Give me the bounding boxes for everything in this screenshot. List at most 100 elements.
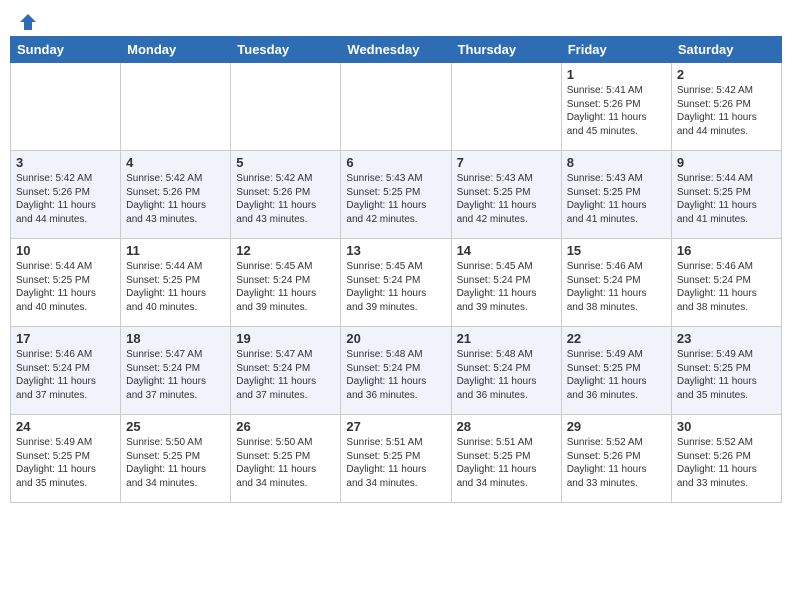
cell-sun-info: Sunrise: 5:42 AM Sunset: 5:26 PM Dayligh… (236, 172, 335, 226)
cell-date-number: 21 (457, 331, 556, 346)
cell-sun-info: Sunrise: 5:47 AM Sunset: 5:24 PM Dayligh… (236, 348, 335, 402)
cell-sun-info: Sunrise: 5:51 AM Sunset: 5:25 PM Dayligh… (457, 436, 556, 490)
cell-sun-info: Sunrise: 5:43 AM Sunset: 5:25 PM Dayligh… (346, 172, 445, 226)
header (0, 0, 792, 36)
day-header-friday: Friday (561, 37, 671, 63)
calendar-cell: 4Sunrise: 5:42 AM Sunset: 5:26 PM Daylig… (121, 151, 231, 239)
day-header-monday: Monday (121, 37, 231, 63)
calendar-cell (451, 63, 561, 151)
cell-date-number: 2 (677, 67, 776, 82)
calendar-cell: 9 Sunrise: 5:44 AM Sunset: 5:25 PM Daylig… (671, 151, 781, 239)
cell-date-number: 17 (16, 331, 115, 346)
calendar-cell: 8 Sunrise: 5:43 AM Sunset: 5:25 PM Daylig… (561, 151, 671, 239)
calendar-cell: 29 Sunrise: 5:52 AM Sunset: 5:26 PM Dayli… (561, 415, 671, 503)
calendar-table: SundayMondayTuesdayWednesdayThursdayFrid… (10, 36, 782, 503)
calendar-cell: 11 Sunrise: 5:44 AM Sunset: 5:25 PM Dayli… (121, 239, 231, 327)
cell-sun-info: Sunrise: 5:49 AM Sunset: 5:25 PM Dayligh… (677, 348, 776, 402)
cell-date-number: 10 (16, 243, 115, 258)
cell-date-number: 15 (567, 243, 666, 258)
calendar-cell: 25 Sunrise: 5:50 AM Sunset: 5:25 PM Dayli… (121, 415, 231, 503)
header-row: SundayMondayTuesdayWednesdayThursdayFrid… (11, 37, 782, 63)
cell-sun-info: Sunrise: 5:49 AM Sunset: 5:25 PM Dayligh… (567, 348, 666, 402)
cell-date-number: 14 (457, 243, 556, 258)
cell-sun-info: Sunrise: 5:45 AM Sunset: 5:24 PM Dayligh… (346, 260, 445, 314)
cell-sun-info: Sunrise: 5:44 AM Sunset: 5:25 PM Dayligh… (126, 260, 225, 314)
calendar-cell (121, 63, 231, 151)
cell-date-number: 28 (457, 419, 556, 434)
cell-sun-info: Sunrise: 5:41 AM Sunset: 5:26 PM Dayligh… (567, 84, 666, 138)
calendar-week-4: 17 Sunrise: 5:46 AM Sunset: 5:24 PM Dayli… (11, 327, 782, 415)
cell-date-number: 8 (567, 155, 666, 170)
calendar-container: SundayMondayTuesdayWednesdayThursdayFrid… (0, 36, 792, 513)
cell-sun-info: Sunrise: 5:50 AM Sunset: 5:25 PM Dayligh… (126, 436, 225, 490)
calendar-cell: 24 Sunrise: 5:49 AM Sunset: 5:25 PM Dayli… (11, 415, 121, 503)
calendar-cell: 27 Sunrise: 5:51 AM Sunset: 5:25 PM Dayli… (341, 415, 451, 503)
cell-sun-info: Sunrise: 5:49 AM Sunset: 5:25 PM Dayligh… (16, 436, 115, 490)
cell-date-number: 16 (677, 243, 776, 258)
cell-date-number: 25 (126, 419, 225, 434)
cell-sun-info: Sunrise: 5:48 AM Sunset: 5:24 PM Dayligh… (457, 348, 556, 402)
calendar-cell: 12Sunrise: 5:45 AM Sunset: 5:24 PM Dayli… (231, 239, 341, 327)
day-header-saturday: Saturday (671, 37, 781, 63)
calendar-cell: 3Sunrise: 5:42 AM Sunset: 5:26 PM Daylig… (11, 151, 121, 239)
cell-sun-info: Sunrise: 5:46 AM Sunset: 5:24 PM Dayligh… (677, 260, 776, 314)
cell-sun-info: Sunrise: 5:42 AM Sunset: 5:26 PM Dayligh… (677, 84, 776, 138)
calendar-cell (341, 63, 451, 151)
calendar-cell: 26 Sunrise: 5:50 AM Sunset: 5:25 PM Dayli… (231, 415, 341, 503)
cell-date-number: 5 (236, 155, 335, 170)
calendar-cell: 30 Sunrise: 5:52 AM Sunset: 5:26 PM Dayli… (671, 415, 781, 503)
cell-date-number: 19 (236, 331, 335, 346)
cell-sun-info: Sunrise: 5:43 AM Sunset: 5:25 PM Dayligh… (457, 172, 556, 226)
calendar-cell: 15 Sunrise: 5:46 AM Sunset: 5:24 PM Dayli… (561, 239, 671, 327)
cell-date-number: 22 (567, 331, 666, 346)
cell-sun-info: Sunrise: 5:48 AM Sunset: 5:24 PM Dayligh… (346, 348, 445, 402)
calendar-cell: 18 Sunrise: 5:47 AM Sunset: 5:24 PM Dayli… (121, 327, 231, 415)
calendar-cell: 14 Sunrise: 5:45 AM Sunset: 5:24 PM Dayli… (451, 239, 561, 327)
cell-sun-info: Sunrise: 5:44 AM Sunset: 5:25 PM Dayligh… (677, 172, 776, 226)
cell-sun-info: Sunrise: 5:52 AM Sunset: 5:26 PM Dayligh… (567, 436, 666, 490)
cell-sun-info: Sunrise: 5:50 AM Sunset: 5:25 PM Dayligh… (236, 436, 335, 490)
calendar-cell: 17 Sunrise: 5:46 AM Sunset: 5:24 PM Dayli… (11, 327, 121, 415)
calendar-cell: 28 Sunrise: 5:51 AM Sunset: 5:25 PM Dayli… (451, 415, 561, 503)
calendar-cell: 2 Sunrise: 5:42 AM Sunset: 5:26 PM Daylig… (671, 63, 781, 151)
cell-date-number: 13 (346, 243, 445, 258)
calendar-cell: 7 Sunrise: 5:43 AM Sunset: 5:25 PM Daylig… (451, 151, 561, 239)
cell-sun-info: Sunrise: 5:51 AM Sunset: 5:25 PM Dayligh… (346, 436, 445, 490)
cell-date-number: 29 (567, 419, 666, 434)
day-header-wednesday: Wednesday (341, 37, 451, 63)
cell-date-number: 20 (346, 331, 445, 346)
calendar-week-3: 10 Sunrise: 5:44 AM Sunset: 5:25 PM Dayli… (11, 239, 782, 327)
cell-date-number: 27 (346, 419, 445, 434)
cell-date-number: 7 (457, 155, 556, 170)
day-header-thursday: Thursday (451, 37, 561, 63)
cell-date-number: 18 (126, 331, 225, 346)
cell-date-number: 11 (126, 243, 225, 258)
cell-date-number: 30 (677, 419, 776, 434)
logo (16, 12, 38, 32)
title-section (38, 12, 776, 14)
cell-sun-info: Sunrise: 5:47 AM Sunset: 5:24 PM Dayligh… (126, 348, 225, 402)
cell-sun-info: Sunrise: 5:46 AM Sunset: 5:24 PM Dayligh… (16, 348, 115, 402)
logo-icon (18, 12, 38, 32)
cell-sun-info: Sunrise: 5:46 AM Sunset: 5:24 PM Dayligh… (567, 260, 666, 314)
calendar-week-5: 24 Sunrise: 5:49 AM Sunset: 5:25 PM Dayli… (11, 415, 782, 503)
calendar-cell: 19 Sunrise: 5:47 AM Sunset: 5:24 PM Dayli… (231, 327, 341, 415)
day-header-tuesday: Tuesday (231, 37, 341, 63)
cell-sun-info: Sunrise: 5:52 AM Sunset: 5:26 PM Dayligh… (677, 436, 776, 490)
cell-sun-info: Sunrise: 5:45 AM Sunset: 5:24 PM Dayligh… (457, 260, 556, 314)
calendar-week-2: 3Sunrise: 5:42 AM Sunset: 5:26 PM Daylig… (11, 151, 782, 239)
cell-date-number: 24 (16, 419, 115, 434)
cell-date-number: 12 (236, 243, 335, 258)
cell-date-number: 1 (567, 67, 666, 82)
cell-date-number: 9 (677, 155, 776, 170)
calendar-cell: 10Sunrise: 5:44 AM Sunset: 5:25 PM Dayli… (11, 239, 121, 327)
cell-sun-info: Sunrise: 5:43 AM Sunset: 5:25 PM Dayligh… (567, 172, 666, 226)
calendar-cell: 20 Sunrise: 5:48 AM Sunset: 5:24 PM Dayli… (341, 327, 451, 415)
cell-date-number: 26 (236, 419, 335, 434)
calendar-cell: 16 Sunrise: 5:46 AM Sunset: 5:24 PM Dayli… (671, 239, 781, 327)
calendar-cell: 6 Sunrise: 5:43 AM Sunset: 5:25 PM Daylig… (341, 151, 451, 239)
cell-date-number: 4 (126, 155, 225, 170)
calendar-cell: 5 Sunrise: 5:42 AM Sunset: 5:26 PM Daylig… (231, 151, 341, 239)
calendar-cell: 13 Sunrise: 5:45 AM Sunset: 5:24 PM Dayli… (341, 239, 451, 327)
cell-date-number: 6 (346, 155, 445, 170)
